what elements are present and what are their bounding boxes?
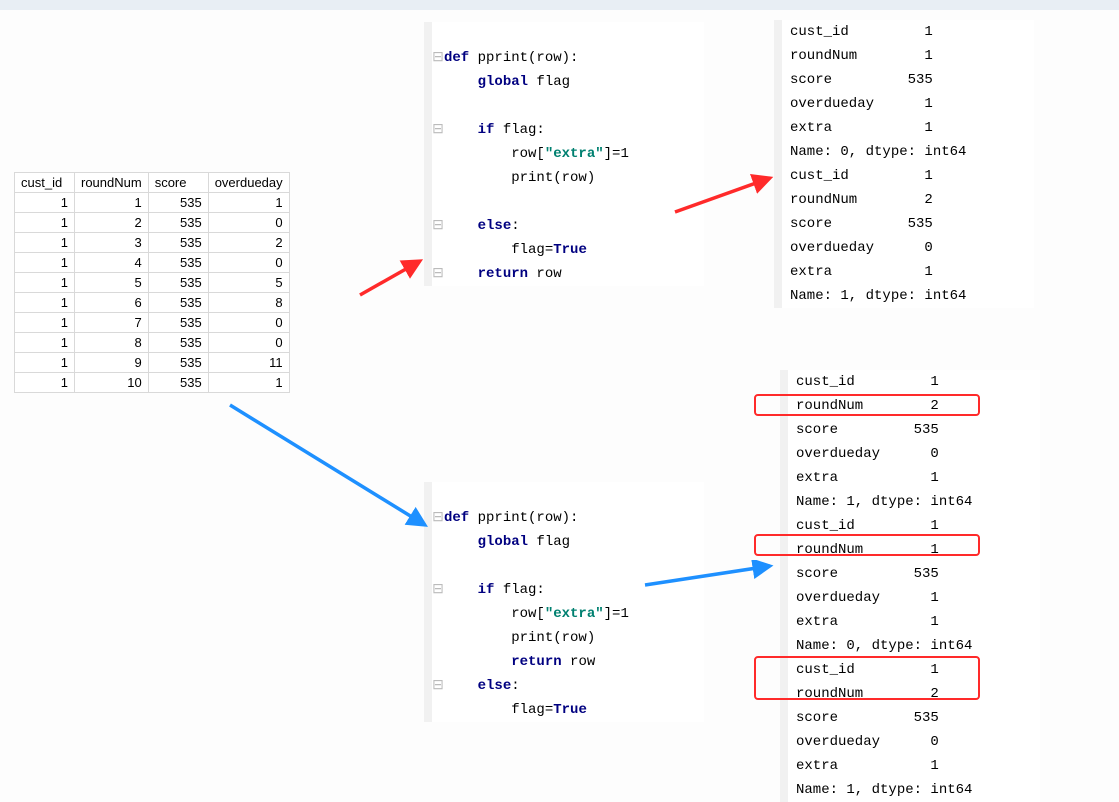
arrow-red-1 [355,253,430,301]
table-cell: 7 [75,313,149,333]
output-block-2: cust_id 1 roundNum 2 score 535 overdueda… [780,370,1040,802]
table-cell: 9 [75,353,149,373]
table-row: 185350 [15,333,290,353]
data-table: cust_idroundNumscoreoverdueday 115351125… [14,172,290,393]
table-cell: 1 [15,293,75,313]
table-cell: 535 [148,273,208,293]
table-cell: 5 [208,273,289,293]
arrow-blue-1 [225,400,435,535]
output-block-1: cust_id 1 roundNum 1 score 535 overdueda… [774,20,1034,308]
table-cell: 2 [75,213,149,233]
table-cell: 1 [15,213,75,233]
top-bar [0,0,1119,10]
table-cell: 1 [15,233,75,253]
table-row: 135352 [15,233,290,253]
table-cell: 2 [208,233,289,253]
code-block-2: ⊟def pprint(row): global flag ⊟ if flag:… [424,482,704,722]
table-cell: 6 [75,293,149,313]
table-cell: 1 [15,253,75,273]
table-cell: 8 [75,333,149,353]
table-cell: 1 [15,373,75,393]
table-cell: 0 [208,313,289,333]
table-cell: 535 [148,333,208,353]
table-cell: 11 [208,353,289,373]
table-cell: 1 [208,373,289,393]
table-cell: 0 [208,253,289,273]
table-cell: 1 [15,273,75,293]
table-cell: 535 [148,373,208,393]
table-row: 155355 [15,273,290,293]
table-cell: 3 [75,233,149,253]
table-cell: 1 [15,193,75,213]
table-row: 115351 [15,193,290,213]
table-row: 175350 [15,313,290,333]
table-cell: 1 [15,353,75,373]
table-cell: 0 [208,213,289,233]
table-cell: 8 [208,293,289,313]
table-cell: 535 [148,193,208,213]
table-cell: 4 [75,253,149,273]
table-cell: 535 [148,353,208,373]
data-table-wrap: cust_idroundNumscoreoverdueday 115351125… [14,172,290,393]
table-cell: 5 [75,273,149,293]
table-row: 165358 [15,293,290,313]
table-cell: 1 [15,333,75,353]
table-cell: 1 [15,313,75,333]
table-cell: 535 [148,313,208,333]
table-row: 125350 [15,213,290,233]
table-cell: 535 [148,253,208,273]
table-header: roundNum [75,173,149,193]
table-cell: 1 [208,193,289,213]
table-cell: 1 [75,193,149,213]
table-row: 145350 [15,253,290,273]
table-cell: 10 [75,373,149,393]
table-cell: 0 [208,333,289,353]
table-cell: 535 [148,233,208,253]
table-cell: 535 [148,293,208,313]
table-header: score [148,173,208,193]
code-block-1: ⊟def pprint(row): global flag ⊟ if flag:… [424,22,704,286]
table-row: 1105351 [15,373,290,393]
table-cell: 535 [148,213,208,233]
table-header: overdueday [208,173,289,193]
table-row: 1953511 [15,353,290,373]
table-header: cust_id [15,173,75,193]
